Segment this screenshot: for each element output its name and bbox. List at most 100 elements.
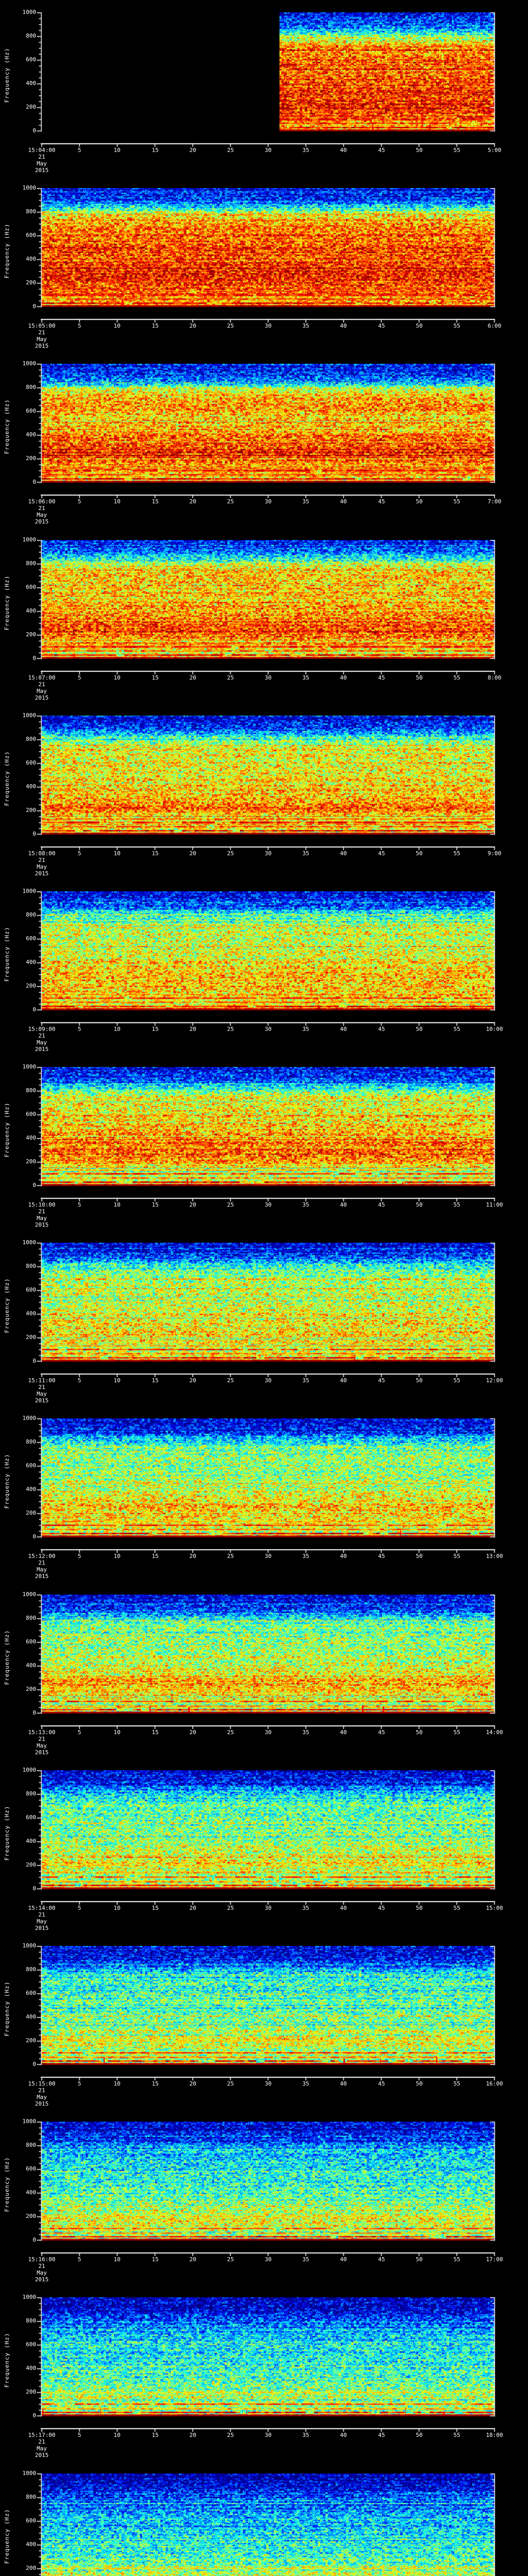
x-axis-date-line: 2015 bbox=[35, 1573, 49, 1580]
y-axis-title: Frequency (Hz) bbox=[4, 926, 10, 982]
x-axis-end-label: 10:00 bbox=[486, 1026, 503, 1032]
x-tick-label: 45 bbox=[378, 2432, 385, 2438]
spectrogram-panel-12: Frequency (Hz) 1000 800 600 400 200 0 15:16:0… bbox=[0, 2119, 528, 2286]
x-tick-label: 25 bbox=[227, 498, 234, 505]
x-axis-date-line: 2015 bbox=[35, 870, 49, 877]
y-tick-label: 600 bbox=[26, 1990, 36, 1996]
x-axis-start-label: 15:04:00 bbox=[28, 147, 56, 154]
y-tick-label: 0 bbox=[32, 1182, 36, 1189]
spectrogram-plot bbox=[0, 2297, 528, 2432]
x-tick-label: 30 bbox=[265, 2080, 272, 2087]
y-axis-title: Frequency (Hz) bbox=[4, 2157, 10, 2212]
x-tick-label: 35 bbox=[302, 1026, 309, 1032]
y-axis-title: Frequency (Hz) bbox=[4, 47, 10, 103]
x-tick-label: 50 bbox=[416, 674, 423, 681]
x-tick-label: 55 bbox=[453, 1201, 460, 1208]
x-tick-label: 15 bbox=[152, 1905, 159, 1911]
spectrogram-stack-page: Frequency (Hz) 1000 800 600 400 200 0 15:04:0… bbox=[0, 0, 528, 2576]
x-axis-date-line: 21 bbox=[38, 1736, 45, 1742]
y-tick-label: 200 bbox=[26, 104, 36, 110]
x-tick-label: 5 bbox=[77, 1377, 81, 1384]
x-tick-label: 30 bbox=[265, 1729, 272, 1736]
spectrogram-panel-5: Frequency (Hz) 1000 800 600 400 200 0 15:09:0… bbox=[0, 888, 528, 1056]
spectrogram-plot bbox=[0, 716, 528, 850]
x-axis-date-line: 2015 bbox=[35, 2452, 49, 2459]
x-axis-start-label: 15:12:00 bbox=[28, 1553, 56, 1560]
x-axis-date-line: May bbox=[37, 2094, 47, 2100]
x-tick-label: 40 bbox=[340, 147, 347, 154]
x-tick-label: 50 bbox=[416, 2432, 423, 2438]
y-tick-label: 200 bbox=[26, 2388, 36, 2395]
y-tick-label: 200 bbox=[26, 279, 36, 286]
x-axis-date-line: 21 bbox=[38, 1032, 45, 1039]
y-tick-label: 600 bbox=[26, 1462, 36, 1469]
x-tick-label: 30 bbox=[265, 2432, 272, 2438]
x-axis-date-line: May bbox=[37, 1566, 47, 1573]
y-tick-label: 0 bbox=[32, 1709, 36, 1716]
x-tick-label: 45 bbox=[378, 2080, 385, 2087]
x-tick-label: 15 bbox=[152, 2432, 159, 2438]
x-tick-label: 15 bbox=[152, 1729, 159, 1736]
y-tick-label: 400 bbox=[26, 783, 36, 790]
y-tick-label: 400 bbox=[26, 1838, 36, 1844]
x-tick-label: 5 bbox=[77, 2432, 81, 2438]
x-axis-date-line: 2015 bbox=[35, 1046, 49, 1053]
spectrogram-panel-4: Frequency (Hz) 1000 800 600 400 200 0 15:08:0… bbox=[0, 713, 528, 880]
x-tick-label: 10 bbox=[113, 2080, 121, 2087]
y-tick-label: 200 bbox=[26, 1334, 36, 1341]
y-tick-label: 400 bbox=[26, 431, 36, 438]
spectrogram-plot bbox=[0, 1243, 528, 1377]
spectrogram-plot bbox=[0, 1770, 528, 1905]
x-tick-label: 45 bbox=[378, 147, 385, 154]
x-axis-end-label: 8:00 bbox=[487, 674, 502, 681]
x-axis-start-label: 15:07:00 bbox=[28, 674, 56, 681]
x-tick-label: 40 bbox=[340, 2256, 347, 2263]
x-tick-label: 55 bbox=[453, 1377, 460, 1384]
y-tick-label: 200 bbox=[26, 631, 36, 638]
x-tick-label: 20 bbox=[189, 674, 196, 681]
y-tick-label: 200 bbox=[26, 455, 36, 462]
x-tick-label: 5 bbox=[77, 850, 81, 857]
y-tick-label: 800 bbox=[26, 1615, 36, 1621]
spectrogram-panel-7: Frequency (Hz) 1000 800 600 400 200 0 15:11:0… bbox=[0, 1239, 528, 1408]
x-tick-label: 30 bbox=[265, 1553, 272, 1560]
x-axis-start-label: 15:17:00 bbox=[28, 2432, 56, 2438]
x-axis-date-line: 21 bbox=[38, 2438, 45, 2445]
x-tick-label: 5 bbox=[77, 1553, 81, 1560]
x-tick-label: 5 bbox=[77, 147, 81, 154]
y-tick-label: 400 bbox=[26, 1310, 36, 1317]
x-tick-label: 35 bbox=[302, 2080, 309, 2087]
x-tick-label: 20 bbox=[189, 1905, 196, 1911]
x-tick-label: 35 bbox=[302, 2256, 309, 2263]
y-tick-label: 400 bbox=[26, 1486, 36, 1493]
y-axis-title: Frequency (Hz) bbox=[4, 399, 10, 454]
x-axis-date-line: May bbox=[37, 1918, 47, 1925]
y-tick-label: 0 bbox=[32, 303, 36, 310]
spectrogram-panel-0: Frequency (Hz) 1000 800 600 400 200 0 15:04:0… bbox=[0, 9, 528, 177]
x-tick-label: 10 bbox=[113, 2432, 121, 2438]
y-tick-label: 200 bbox=[26, 2213, 36, 2219]
x-tick-label: 10 bbox=[113, 323, 121, 329]
x-axis-start-label: 15:14:00 bbox=[28, 1905, 56, 1911]
x-tick-label: 30 bbox=[265, 1377, 272, 1384]
x-tick-label: 40 bbox=[340, 850, 347, 857]
x-tick-label: 25 bbox=[227, 2432, 234, 2438]
y-axis-title: Frequency (Hz) bbox=[4, 751, 10, 806]
x-tick-label: 5 bbox=[77, 323, 81, 329]
x-tick-label: 50 bbox=[416, 1905, 423, 1911]
x-axis-start-label: 15:08:00 bbox=[28, 850, 56, 857]
y-tick-label: 800 bbox=[26, 32, 36, 39]
y-tick-label: 400 bbox=[26, 2541, 36, 2548]
y-tick-label: 1000 bbox=[22, 1239, 37, 1246]
x-tick-label: 15 bbox=[152, 498, 159, 505]
x-tick-label: 20 bbox=[189, 850, 196, 857]
x-axis-date-line: 2015 bbox=[35, 518, 49, 525]
y-tick-label: 800 bbox=[26, 384, 36, 391]
y-tick-label: 800 bbox=[26, 1438, 36, 1445]
x-axis-start-label: 15:13:00 bbox=[28, 1729, 56, 1736]
x-tick-label: 5 bbox=[77, 1905, 81, 1911]
x-tick-label: 55 bbox=[453, 850, 460, 857]
y-tick-label: 0 bbox=[32, 2412, 36, 2419]
y-tick-label: 600 bbox=[26, 232, 36, 239]
x-tick-label: 25 bbox=[227, 323, 234, 329]
